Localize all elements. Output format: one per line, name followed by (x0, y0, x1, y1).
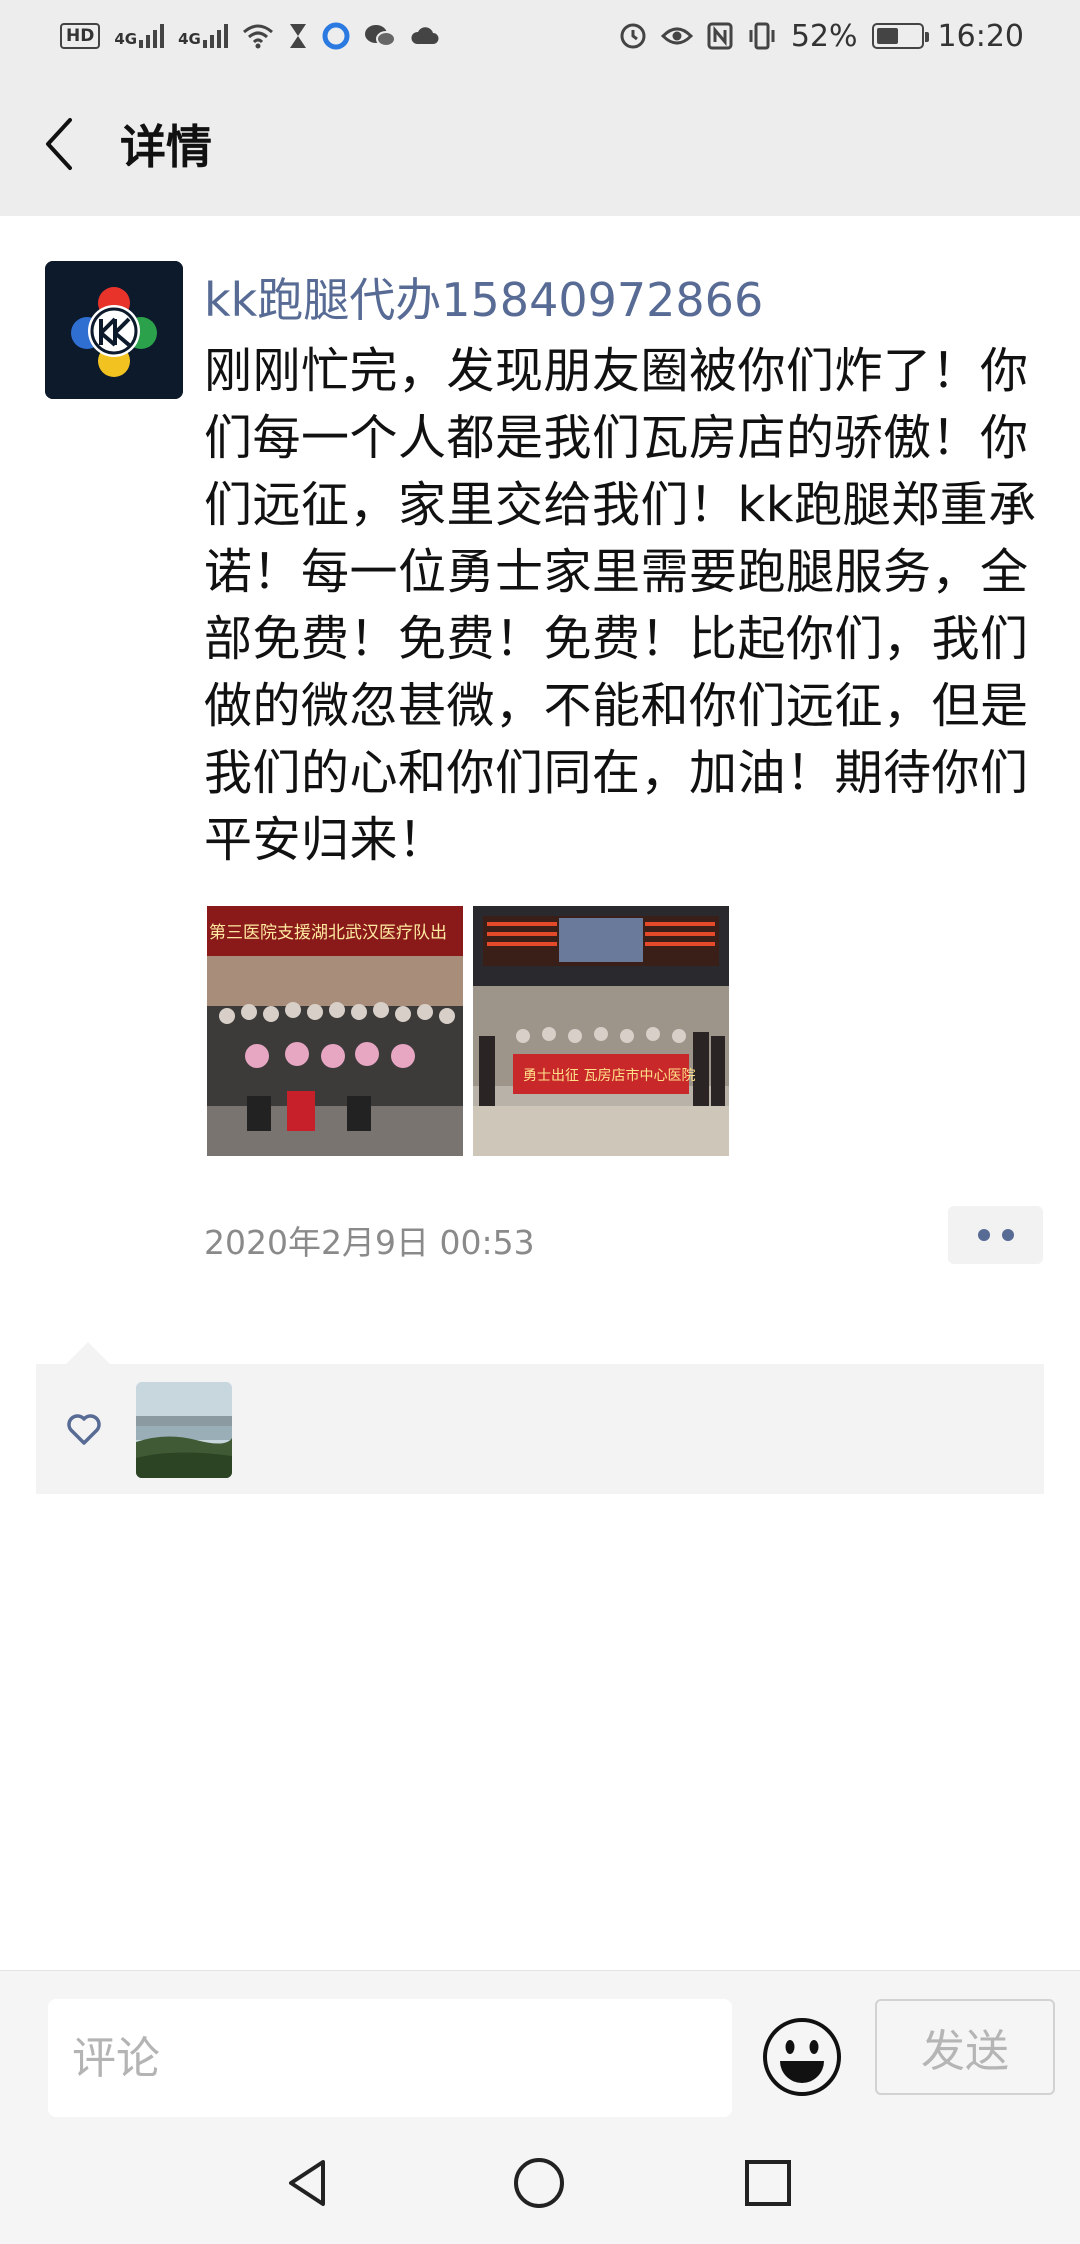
battery-percent: 52% (790, 18, 858, 54)
cloud-icon (411, 27, 439, 44)
dot (977, 1229, 990, 1241)
more-dots-icon[interactable] (948, 1206, 1043, 1264)
send-button[interactable]: 发送 (875, 1999, 1055, 2095)
eye-icon (660, 27, 693, 45)
vibrate-icon (749, 22, 775, 50)
battery-level-fill (876, 28, 899, 44)
group-photo-image: 第三医院支援湖北武汉医疗队出 (207, 906, 463, 1156)
wechat-icon (364, 25, 396, 47)
battery-icon (871, 23, 929, 49)
status-bar: HD 4G 4G 52% 16:20 (0, 0, 1080, 72)
logo-icon (45, 261, 183, 399)
landscape-avatar-image (136, 1382, 232, 1478)
chevron-left-icon (46, 118, 72, 170)
title-bar: 详情 (0, 72, 1080, 216)
author-name-link[interactable]: kk跑腿代办15840972866 (204, 264, 763, 330)
nav-back-icon[interactable] (275, 2148, 345, 2218)
back-button[interactable] (0, 72, 118, 216)
signal-2-label: 4G (178, 30, 201, 48)
nfc-icon (707, 22, 733, 50)
page-title: 详情 (120, 120, 212, 174)
signal-1-label: 4G (114, 30, 138, 48)
signal-2-icon: 4G (178, 24, 228, 48)
nav-home-icon[interactable] (504, 2148, 574, 2218)
liker-avatar[interactable] (136, 1382, 232, 1478)
hourglass-icon (289, 24, 306, 48)
status-right: 52% 16:20 (619, 19, 1024, 54)
signal-1-icon: 4G (114, 24, 165, 48)
post-timestamp: 2020年2月9日 00:53 (204, 1223, 535, 1262)
image1-banner-text: 第三医院支援湖北武汉医疗队出 (209, 923, 447, 943)
image2-banner-text: 勇士出征 瓦房店市中心医院 (523, 1067, 695, 1084)
dot (1001, 1229, 1014, 1241)
system-nav-bar (0, 2118, 1080, 2244)
comment-input[interactable] (48, 1999, 732, 2117)
browser-icon (322, 22, 350, 50)
status-left: HD 4G 4G (60, 22, 440, 50)
post-content: 刚刚忙完，发现朋友圈被你们炸了！你们每一个人都是我们瓦房店的骄傲！你们远征，家里… (204, 343, 1037, 868)
post-image-2[interactable]: 勇士出征 瓦房店市中心医院 (473, 906, 729, 1156)
likes-section (36, 1342, 1044, 1494)
comment-bar: 发送 (0, 1970, 1080, 2118)
smiley-icon[interactable] (760, 2015, 844, 2099)
alarm-icon (620, 23, 646, 49)
author-avatar[interactable] (45, 261, 183, 399)
heart-icon (67, 1414, 101, 1445)
nav-recent-apps-icon[interactable] (733, 2148, 803, 2218)
wifi-icon (242, 24, 273, 49)
hd-badge: HD (60, 23, 101, 49)
post-image-1[interactable]: 第三医院支援湖北武汉医疗队出 (207, 906, 463, 1156)
status-time: 16:20 (937, 18, 1024, 54)
station-photo-image: 勇士出征 瓦房店市中心医院 (473, 906, 729, 1156)
